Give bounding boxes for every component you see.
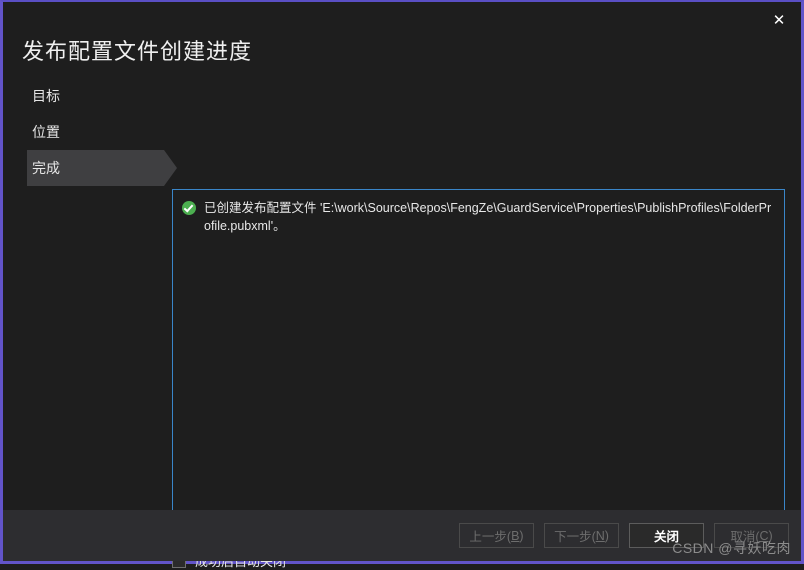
next-button-label: 下一步( (554, 530, 596, 544)
close-button-label: 关闭 (653, 530, 679, 544)
next-button[interactable]: 下一步(N) (544, 523, 619, 548)
close-icon[interactable]: ✕ (760, 5, 798, 35)
sidebar-item-target[interactable]: 目标 (3, 78, 168, 114)
previous-button-label: 上一步( (469, 530, 512, 544)
page-title: 发布配置文件创建进度 (22, 39, 253, 64)
dialog-body: 目标 位置 完成 已创建发布配置文件 'E:\work\Source\Repos… (3, 78, 801, 569)
log-entry: 已创建发布配置文件 'E:\work\Source\Repos\FengZe\G… (173, 190, 784, 235)
log-entry-text: 已创建发布配置文件 'E:\work\Source\Repos\FengZe\G… (204, 201, 772, 233)
previous-button-accel: B (511, 528, 520, 543)
close-button[interactable]: 关闭 (629, 523, 704, 548)
cancel-button-accel: C (759, 528, 769, 543)
sidebar-item-label: 完成 (32, 160, 60, 176)
previous-button[interactable]: 上一步(B) (459, 523, 534, 548)
dialog-titlebar: 发布配置文件创建进度 ✕ (3, 2, 801, 78)
dialog-footer: 上一步(B) 下一步(N) 关闭 取消(C) CSDN @寻妖吃肉 (3, 510, 801, 561)
previous-button-tail: ) (519, 528, 524, 543)
next-button-tail: ) (604, 528, 609, 543)
cancel-button-label: 取消( (730, 530, 760, 544)
sidebar-item-label: 目标 (32, 88, 60, 104)
cancel-button[interactable]: 取消(C) (714, 523, 789, 548)
next-button-accel: N (595, 528, 605, 543)
success-check-icon (182, 201, 196, 215)
publish-profile-progress-dialog: 发布配置文件创建进度 ✕ 目标 位置 完成 已创建发布配置文件 'E:\work… (0, 0, 804, 569)
sidebar-item-location[interactable]: 位置 (3, 114, 168, 150)
sidebar-item-finish[interactable]: 完成 (27, 150, 177, 186)
cancel-button-tail: ) (768, 528, 773, 543)
sidebar-item-label: 位置 (32, 124, 60, 140)
selected-step-arrow-icon (164, 150, 177, 186)
progress-log-panel[interactable]: 已创建发布配置文件 'E:\work\Source\Repos\FengZe\G… (172, 189, 785, 539)
wizard-steps-sidebar: 目标 位置 完成 (3, 78, 177, 186)
